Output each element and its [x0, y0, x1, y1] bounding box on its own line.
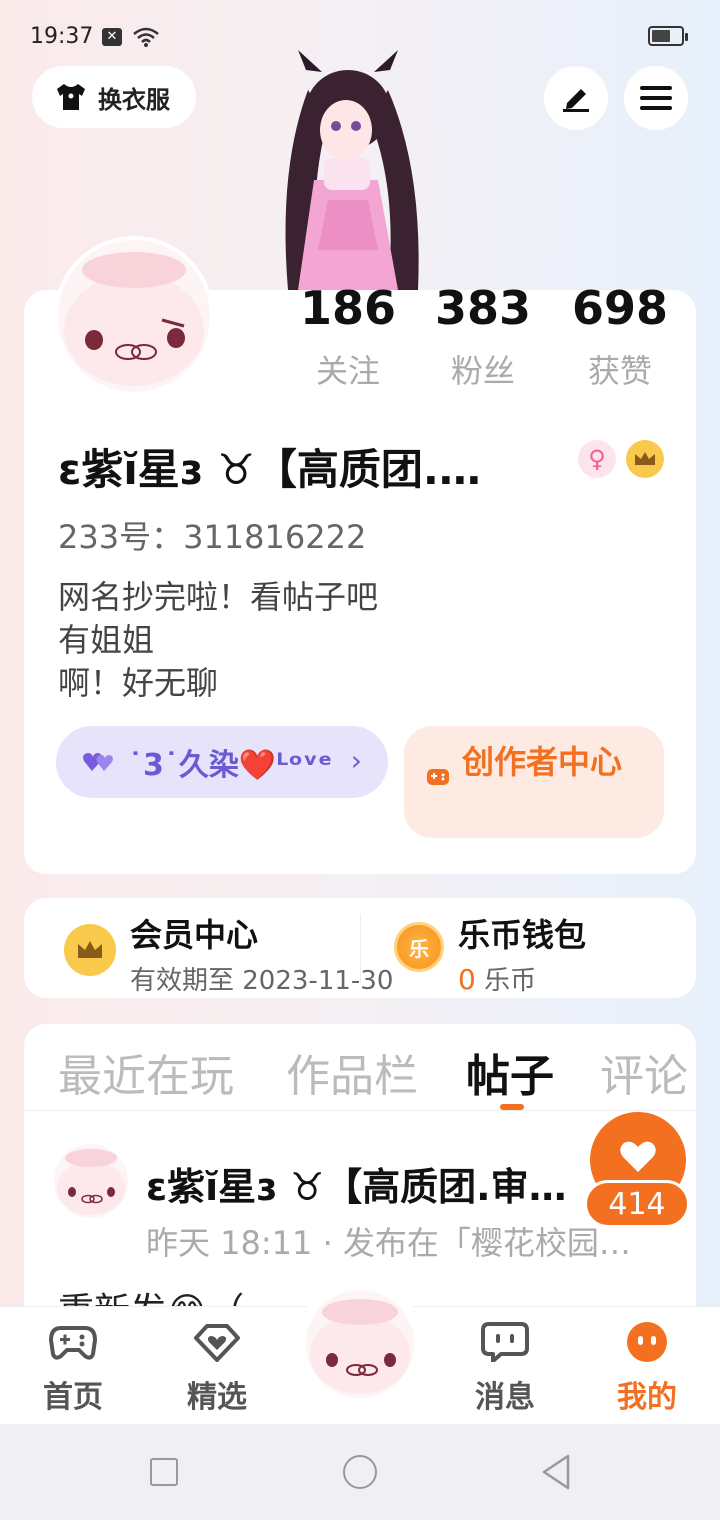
bio: 网名抄完啦！看帖子吧 有姐姐 啊！好无聊	[58, 576, 378, 705]
followers-label: 粉丝	[450, 352, 515, 390]
tab-works[interactable]: 作品栏	[286, 1040, 418, 1104]
member-expiry: 有效期至 2023-11-30	[130, 966, 394, 996]
gamepad-icon	[48, 1326, 98, 1360]
nav-messages-label: 消息	[475, 1380, 535, 1415]
tab-recently-played[interactable]: 最近在玩	[58, 1040, 234, 1104]
crown-icon	[64, 924, 116, 976]
member-center-button[interactable]: 会员中心 有效期至 2023-11-30	[130, 910, 393, 997]
followers-count: 383	[434, 281, 532, 335]
avatar-character[interactable]	[258, 50, 438, 290]
change-outfit-button[interactable]: 换衣服	[32, 66, 196, 128]
pencil-icon	[563, 89, 589, 112]
edit-profile-button[interactable]	[544, 66, 608, 130]
bio-line: 有姐姐	[58, 621, 155, 659]
smiley-icon	[627, 1322, 667, 1362]
likes-label: 获赞	[587, 352, 652, 390]
nav-home[interactable]: 首页	[28, 1322, 118, 1416]
double-heart-icon	[83, 753, 113, 771]
nav-mine[interactable]: 我的	[602, 1322, 692, 1416]
tab-comments[interactable]: 评论	[600, 1040, 688, 1104]
profile-avatar[interactable]	[58, 240, 210, 392]
status-time: 19:37	[30, 24, 94, 49]
wallet-amount: 0	[458, 963, 476, 996]
pig-avatar-icon	[54, 1144, 128, 1218]
nav-mine-label: 我的	[617, 1380, 677, 1415]
tab-posts[interactable]: 帖子	[466, 1040, 554, 1104]
recent-apps-icon[interactable]	[150, 1458, 178, 1486]
bio-line: 网名抄完啦！看帖子吧	[58, 578, 379, 616]
nav-featured-label: 精选	[187, 1380, 247, 1415]
nav-messages[interactable]: 消息	[460, 1322, 550, 1416]
creator-center-button[interactable]: 创作者中心	[404, 726, 664, 838]
chevron-right-icon: ›	[350, 744, 362, 777]
nav-home-label: 首页	[43, 1380, 103, 1415]
coin-icon: 乐	[394, 922, 444, 972]
divider	[24, 1110, 696, 1111]
group-button[interactable]: ˙3˙久染❤️ᴸᵒᵛᵉ ›	[56, 726, 388, 798]
chat-bubble-icon	[481, 1322, 529, 1363]
heart-icon	[620, 1141, 656, 1172]
back-icon[interactable]	[540, 1454, 572, 1490]
shirt-icon	[57, 84, 85, 110]
user-id: 233号：311816222	[58, 518, 367, 556]
post-author-avatar[interactable]	[54, 1144, 128, 1218]
pig-avatar-icon	[306, 1290, 414, 1398]
creator-center-label: 创作者中心	[462, 743, 623, 781]
username: ɛ紫ĭ星ɜ ♉【高质团.…	[58, 445, 481, 494]
bio-line: 啊！好无聊	[58, 664, 219, 702]
nav-featured[interactable]: 精选	[172, 1322, 262, 1416]
battery-icon	[648, 26, 688, 46]
heart-diamond-icon	[194, 1324, 240, 1362]
wallet-unit: 乐币	[484, 966, 537, 996]
notification-icon: ✕	[102, 28, 122, 46]
wallet-button[interactable]: 乐币钱包 0 乐币	[458, 910, 586, 997]
menu-button[interactable]	[624, 66, 688, 130]
wifi-icon	[133, 27, 159, 47]
following-stat[interactable]: 186 关注	[288, 282, 408, 392]
followers-stat[interactable]: 383 粉丝	[423, 282, 543, 392]
member-center-title: 会员中心	[130, 916, 259, 954]
like-count: 414	[584, 1180, 690, 1228]
female-gender-icon: ♀	[578, 440, 616, 478]
pig-avatar-icon	[58, 240, 210, 392]
following-label: 关注	[315, 352, 380, 390]
likes-count: 698	[571, 281, 669, 335]
following-count: 186	[299, 281, 397, 335]
vip-crown-icon[interactable]	[626, 440, 664, 478]
wallet-title: 乐币钱包	[458, 916, 587, 954]
group-label: ˙3˙久染❤️ᴸᵒᵛᵉ	[128, 748, 333, 783]
likes-stat[interactable]: 698 获赞	[560, 282, 680, 392]
home-icon[interactable]	[343, 1455, 377, 1489]
nav-center-avatar[interactable]	[306, 1290, 414, 1398]
post-text-preview[interactable]: 重新发😂（	[58, 1282, 244, 1306]
controller-icon	[427, 769, 449, 785]
hamburger-icon	[640, 86, 672, 110]
change-outfit-label: 换衣服	[98, 85, 170, 114]
post-author-name[interactable]: ɛ紫ĭ星ɜ ♉【高质团.审…	[146, 1156, 616, 1211]
